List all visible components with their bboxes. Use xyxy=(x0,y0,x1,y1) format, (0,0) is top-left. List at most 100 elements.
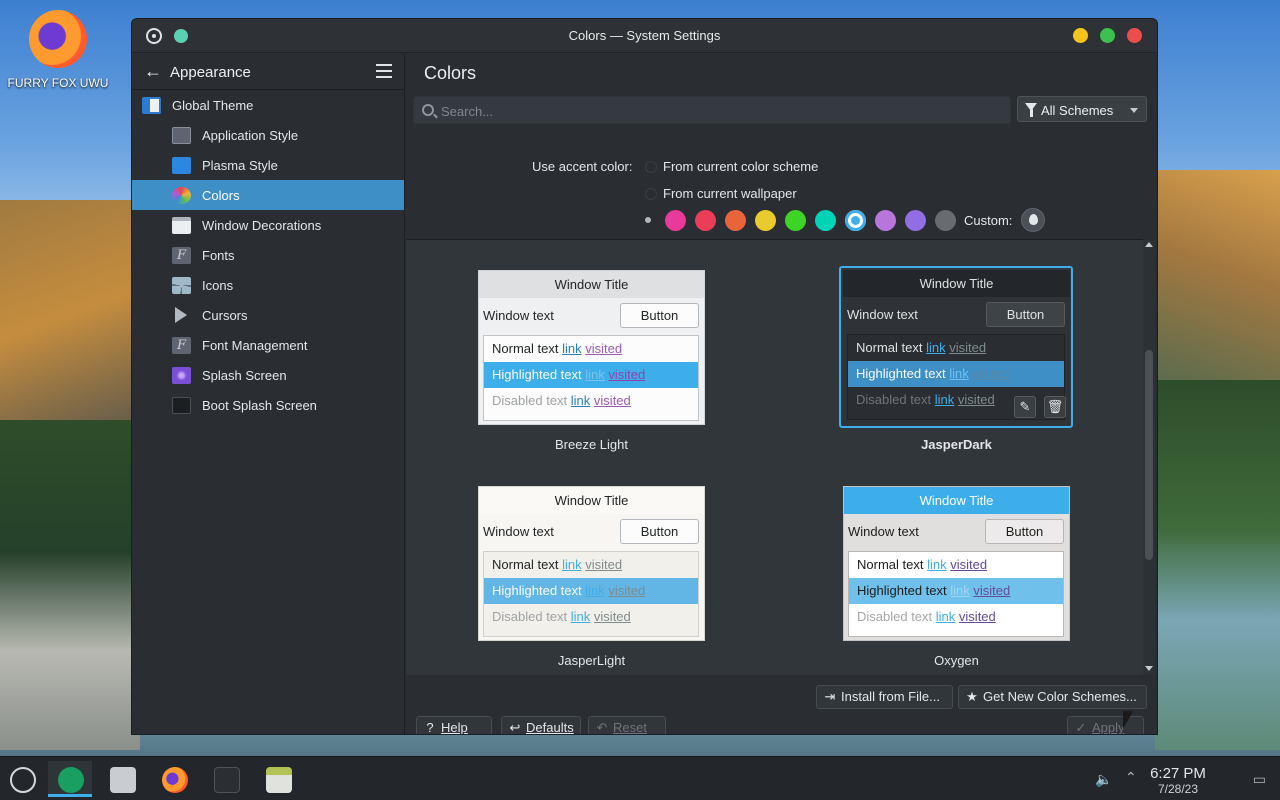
sidebar-item-cursors[interactable]: Cursors xyxy=(132,300,404,330)
sidebar-item-label: Boot Splash Screen xyxy=(202,397,317,413)
preview-disabled-text: Disabled text xyxy=(856,392,932,407)
edit-scheme-pencil-icon[interactable]: ✎ xyxy=(1014,396,1036,418)
preview-visited: visited xyxy=(972,366,1010,381)
file-manager-icon xyxy=(266,767,292,793)
preview-link: link xyxy=(585,583,605,598)
preview-list: Normal text link visited Highlighted tex… xyxy=(483,551,699,637)
task-system-settings[interactable] xyxy=(48,761,92,797)
preview-window-text: Window text xyxy=(848,524,919,539)
sidebar-item-icons[interactable]: Icons xyxy=(132,270,404,300)
sidebar-item-boot-splash-screen[interactable]: Boot Splash Screen xyxy=(132,390,404,420)
defaults-icon: ↩ xyxy=(509,720,521,735)
preview-link: link xyxy=(927,557,947,572)
swatch-violet[interactable] xyxy=(905,209,926,231)
star-icon: ★ xyxy=(966,689,978,704)
preview-link: link xyxy=(570,393,591,408)
custom-label: Custom: xyxy=(964,212,1013,228)
accent-option-wallpaper[interactable]: From current wallpaper xyxy=(645,186,797,201)
maximize-button[interactable] xyxy=(1100,28,1115,43)
reset-label: Reset xyxy=(613,720,647,735)
preview-highlighted-text: Highlighted text xyxy=(856,366,946,381)
swatch-yellow[interactable] xyxy=(755,209,776,231)
scheme-preview-breeze-light[interactable]: Window Title Window text Button Normal t… xyxy=(478,270,705,425)
preview-visited: visited xyxy=(958,609,996,624)
scheme-filter-dropdown[interactable]: All Schemes xyxy=(1017,96,1147,122)
sidebar-item-splash-screen[interactable]: Splash Screen xyxy=(132,360,404,390)
preview-disabled-text: Disabled text xyxy=(492,609,568,624)
radio-wallpaper[interactable] xyxy=(645,187,657,200)
terminal-icon xyxy=(214,767,240,793)
fonts-icon: F xyxy=(172,246,191,264)
search-input[interactable]: Search... xyxy=(413,96,1011,124)
swatch-blue[interactable] xyxy=(845,209,866,231)
swatch-orange[interactable] xyxy=(725,209,746,231)
sidebar-item-label: Global Theme xyxy=(172,97,254,113)
swatch-red[interactable] xyxy=(695,209,716,231)
sidebar-item-fonts[interactable]: F Fonts xyxy=(132,240,404,270)
chevron-up-icon[interactable]: ⌃ xyxy=(1125,769,1137,786)
radio-scheme[interactable] xyxy=(645,160,657,173)
application-launcher[interactable] xyxy=(0,761,44,797)
scheme-preview-jasperdark[interactable]: Window Title Window text Button Normal t… xyxy=(843,270,1070,425)
defaults-button[interactable]: ↩ Defaults xyxy=(501,716,581,735)
install-from-file-button[interactable]: ⇥ Install from File... xyxy=(816,685,953,709)
preview-link: link xyxy=(562,341,582,356)
custom-color-picker-icon[interactable] xyxy=(1021,208,1046,232)
window-title: Colors — System Settings xyxy=(568,28,721,43)
titlebar[interactable]: Colors — System Settings xyxy=(132,19,1157,53)
scheme-name: JasperLight xyxy=(557,653,626,668)
sidebar-item-plasma-style[interactable]: Plasma Style xyxy=(132,150,404,180)
desktop-icon-firefox[interactable]: FURRY FOX UWU xyxy=(4,10,112,90)
scroll-down-arrow-icon[interactable] xyxy=(1145,666,1153,671)
scheme-preview-oxygen[interactable]: Window Title Window text Button Normal t… xyxy=(843,486,1070,641)
task-files[interactable] xyxy=(256,761,300,797)
get-new-color-schemes-button[interactable]: ★ Get New Color Schemes... xyxy=(958,685,1147,709)
digital-clock[interactable]: 6:27 PM 7/28/23 xyxy=(1138,765,1218,796)
undo-icon: ↶ xyxy=(596,720,608,735)
grid-scrollbar[interactable] xyxy=(1143,240,1155,675)
preview-button: Button xyxy=(986,302,1065,327)
task-firefox[interactable] xyxy=(152,761,196,797)
scroll-up-arrow-icon[interactable] xyxy=(1145,242,1153,247)
sidebar-item-font-management[interactable]: F Font Management xyxy=(132,330,404,360)
task-discover[interactable] xyxy=(100,761,144,797)
scrollbar-thumb[interactable] xyxy=(1145,350,1153,560)
volume-icon[interactable]: 🔈 xyxy=(1095,771,1112,788)
preview-link: link xyxy=(950,583,970,598)
sidebar-item-label: Application Style xyxy=(202,127,299,143)
splash-screen-icon xyxy=(172,366,191,384)
swatch-purple[interactable] xyxy=(875,209,896,231)
swatch-teal[interactable] xyxy=(815,209,836,231)
delete-scheme-trash-icon[interactable]: 🗑 xyxy=(1044,396,1066,418)
swatch-pink[interactable] xyxy=(665,209,686,231)
back-arrow-icon[interactable]: ← xyxy=(144,62,162,80)
task-terminal[interactable] xyxy=(204,761,248,797)
reset-button[interactable]: ↶ Reset xyxy=(588,716,666,735)
colors-icon xyxy=(172,186,191,204)
preview-normal-text: Normal text xyxy=(856,340,923,355)
close-button[interactable] xyxy=(1127,28,1142,43)
swatch-green[interactable] xyxy=(785,209,806,231)
accent-color-label: Use accent color: xyxy=(532,159,633,174)
scheme-name: JasperDark xyxy=(921,437,992,452)
accent-none-dot[interactable] xyxy=(645,217,651,223)
system-settings-icon xyxy=(58,767,84,793)
sidebar-item-window-decorations[interactable]: Window Decorations xyxy=(132,210,404,240)
sidebar-item-label: Fonts xyxy=(202,247,235,263)
preview-visited: visited xyxy=(585,341,623,356)
preview-visited: visited xyxy=(973,583,1011,598)
scheme-preview-jasperlight[interactable]: Window Title Window text Button Normal t… xyxy=(478,486,705,641)
minimize-button[interactable] xyxy=(1073,28,1088,43)
toolbar: Search... All Schemes xyxy=(413,96,1147,124)
swatch-gray[interactable] xyxy=(935,209,956,231)
sidebar-item-application-style[interactable]: Application Style xyxy=(132,120,404,150)
help-icon: ? xyxy=(426,720,434,735)
hamburger-menu-icon[interactable] xyxy=(376,64,392,78)
help-button[interactable]: ? Help xyxy=(416,716,492,735)
sidebar-item-label: Window Decorations xyxy=(202,217,322,233)
show-desktop-icon[interactable]: ▭ xyxy=(1253,771,1266,788)
page-title: Colors xyxy=(424,63,477,83)
accent-option-scheme[interactable]: From current color scheme xyxy=(645,159,818,174)
sidebar-item-colors[interactable]: Colors xyxy=(132,180,404,210)
sidebar-item-global-theme[interactable]: Global Theme xyxy=(132,90,404,120)
